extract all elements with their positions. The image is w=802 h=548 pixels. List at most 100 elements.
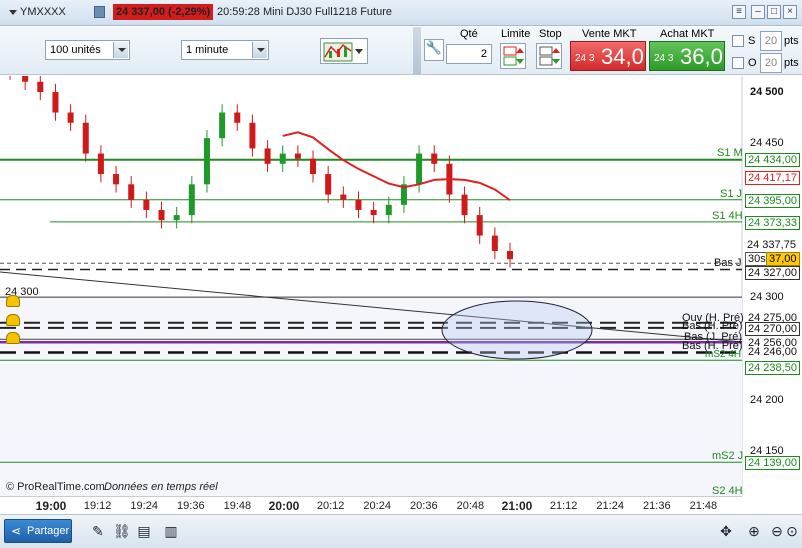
candle-body	[97, 153, 104, 175]
buy-label: Achat MKT	[660, 28, 715, 40]
stop-order-button[interactable]	[536, 43, 562, 69]
time-tick: 19:24	[130, 500, 158, 512]
level-label-basj: Bas J	[714, 257, 742, 269]
candle-body	[355, 199, 362, 210]
price-tick: 24 450	[750, 137, 784, 149]
candle-body	[476, 215, 483, 236]
chevron-down-icon[interactable]	[113, 42, 128, 58]
candle-body	[370, 209, 377, 216]
limit-order-button[interactable]	[500, 43, 526, 69]
limit-order-icon	[503, 46, 524, 66]
level-value-bas-h: 24 270,00	[745, 322, 800, 336]
level-label-ms2j: mS2 J	[712, 450, 744, 462]
candle-body	[158, 209, 165, 221]
candle-body	[52, 92, 59, 113]
menu-icon[interactable]	[94, 6, 105, 18]
candle-body	[22, 71, 29, 82]
move-icon[interactable]: ✥	[718, 522, 734, 540]
share-button[interactable]: ⋖ Partager	[4, 519, 72, 543]
time-tick: 21:48	[689, 500, 718, 512]
candle-body	[203, 138, 210, 185]
price-chart[interactable]: 24 500 24 450 24 300 24 200 24 150 S1 M …	[0, 58, 802, 497]
time-tick: 19:48	[223, 500, 252, 512]
qty-label: Qté	[460, 28, 478, 40]
time-tick: 19:36	[177, 500, 205, 512]
sell-label: Vente MKT	[582, 28, 637, 40]
time-tick: 20:24	[363, 500, 391, 512]
watermark-realtime: Données en temps réel	[104, 481, 218, 493]
time-tick: 21:36	[643, 500, 671, 512]
pencil-icon[interactable]: ✎	[90, 522, 106, 540]
time-tick: 19:12	[83, 500, 112, 512]
clock-time: 20:59:28	[217, 6, 260, 18]
bottom-toolbar: ⋖ Partager ✎ ⛓ ▤ ▥ ✥ ⊕ ⊖ ⊙	[0, 514, 802, 548]
indicator-button[interactable]	[320, 38, 368, 64]
chevron-down-icon[interactable]	[9, 10, 17, 15]
time-tick: 21:00	[501, 499, 533, 513]
time-tick: 19:00	[35, 499, 67, 513]
share-label: Partager	[27, 525, 70, 537]
s-pts-unit: pts	[784, 35, 799, 47]
zoom-out-icon[interactable]: ⊖	[769, 522, 785, 540]
link-icon[interactable]: ⛓	[113, 522, 131, 540]
s-pts-input[interactable]: 20	[760, 31, 782, 51]
candle-body	[173, 215, 180, 221]
level-label-ms2: mS2 4H	[705, 349, 742, 360]
stop-order-icon	[539, 46, 560, 66]
time-tick: 21:12	[549, 500, 578, 512]
units-dropdown[interactable]: 100 unités	[45, 40, 130, 60]
candle-body	[249, 122, 256, 149]
bell-icon[interactable]	[6, 314, 20, 326]
share-icon: ⋖	[11, 524, 22, 538]
chevron-down-icon[interactable]	[355, 49, 363, 54]
symbol-name[interactable]: YMXXXX	[20, 6, 66, 18]
zoom-fit-icon[interactable]: ⊙	[784, 522, 800, 540]
sell-price-small: 24 3	[575, 53, 595, 64]
sell-price-big: 34,0	[601, 44, 644, 69]
buy-market-button[interactable]: 24 3 36,0	[649, 41, 725, 71]
candle-body	[294, 153, 301, 159]
candle-body	[431, 153, 438, 164]
ma-value: 24 417,17	[745, 171, 800, 185]
time-tick: 20:00	[268, 499, 300, 513]
window-menu-button[interactable]: ≡	[732, 5, 746, 19]
stop-label: Stop	[539, 28, 562, 40]
level-value-s1m: 24 434,00	[745, 153, 800, 167]
minimize-button[interactable]: –	[751, 5, 765, 19]
chart-canvas[interactable]	[0, 58, 802, 496]
candle-body	[67, 112, 74, 123]
candle-body	[507, 250, 513, 260]
limit-label: Limite	[501, 28, 531, 40]
sell-market-button[interactable]: 24 3 34,0	[570, 41, 646, 71]
candles-icon[interactable]: ▥	[163, 522, 179, 540]
ellipse-annotation[interactable]	[441, 300, 593, 360]
time-tick: 20:12	[316, 500, 345, 512]
s-label: S	[748, 35, 756, 47]
candle[interactable]	[203, 129, 210, 193]
bell-icon[interactable]	[6, 332, 20, 344]
maximize-button[interactable]: □	[767, 5, 781, 19]
panel-handle[interactable]	[413, 27, 421, 74]
chevron-down-icon[interactable]	[252, 42, 267, 58]
candle-body	[188, 184, 195, 216]
qty-input[interactable]: 2	[446, 44, 492, 64]
level-value-basj: 24 327,00	[745, 266, 800, 280]
candle-body	[385, 204, 392, 216]
time-tick: 20:36	[410, 500, 438, 512]
price-tick: 24 300	[750, 291, 784, 303]
close-button[interactable]: ×	[783, 5, 797, 19]
units-value: 100 unités	[50, 44, 101, 56]
zoom-in-icon[interactable]: ⊕	[746, 522, 762, 540]
o-checkbox[interactable]	[732, 57, 744, 69]
level-label-s1j: S1 J	[720, 188, 743, 200]
bell-icon[interactable]	[6, 295, 20, 307]
o-pts-input[interactable]: 20	[760, 53, 782, 73]
o-label: O	[748, 57, 757, 69]
interval-dropdown[interactable]: 1 minute	[181, 40, 269, 60]
wrench-icon[interactable]: 🔧	[424, 39, 444, 61]
candle-body	[461, 194, 468, 216]
s-checkbox[interactable]	[732, 35, 744, 47]
list-icon[interactable]: ▤	[136, 522, 152, 540]
candle-body	[219, 112, 226, 139]
time-axis[interactable]: 19:00 19:12 19:24 19:36 19:48 20:00 20:12 20:24…	[0, 496, 742, 514]
